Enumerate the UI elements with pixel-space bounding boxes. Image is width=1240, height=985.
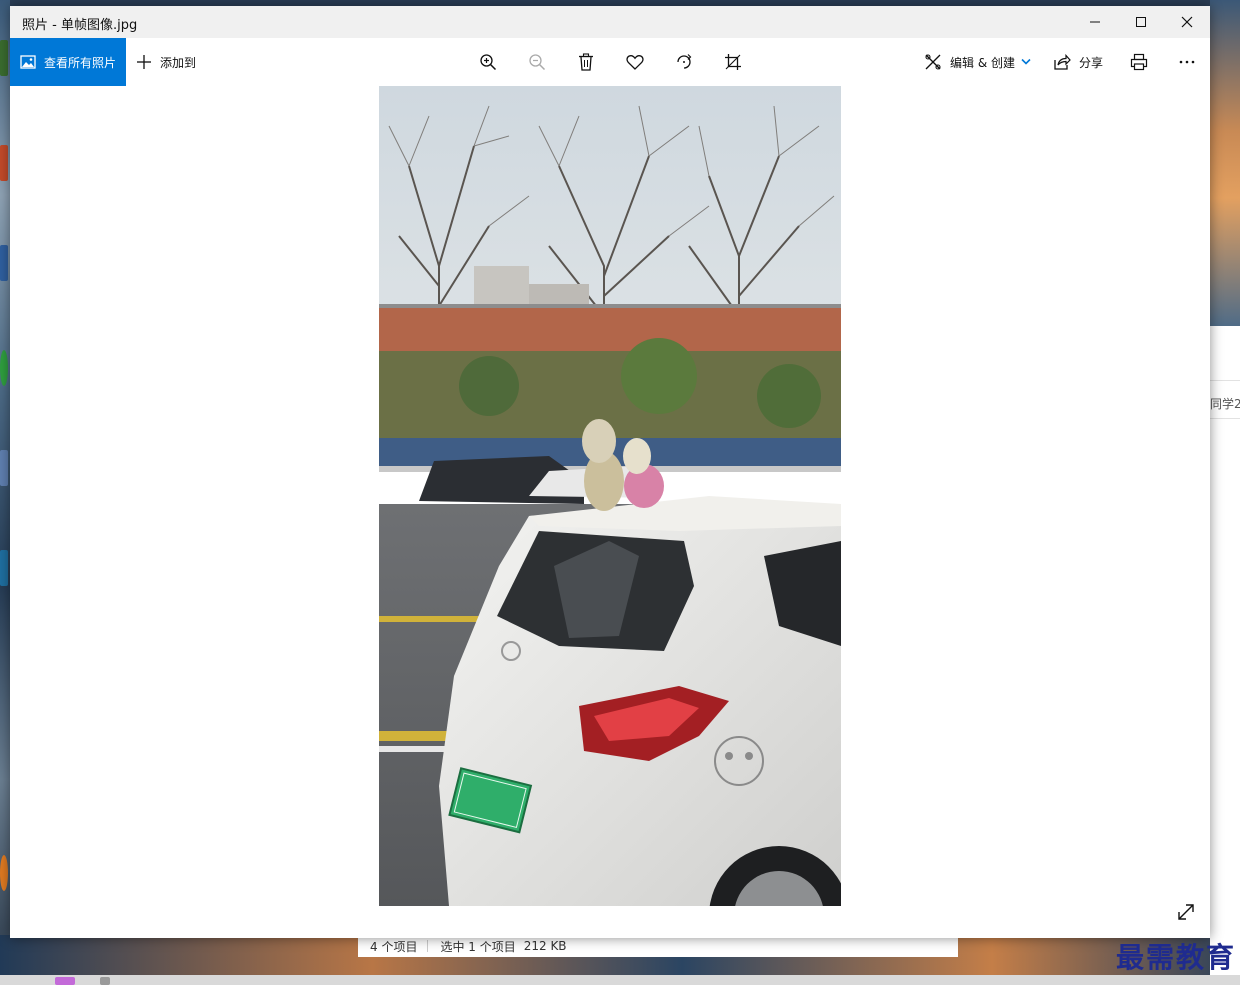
edit-create-label: 编辑 & 创建	[950, 55, 1015, 70]
status-selected-count: 选中 1 个项目	[440, 939, 516, 954]
desktop-shortcut-icon[interactable]	[0, 550, 8, 586]
car-photo-image	[379, 86, 841, 906]
zoom-out-icon[interactable]	[525, 50, 549, 74]
desktop-shortcut-icon[interactable]	[0, 40, 8, 76]
maximize-icon	[1136, 17, 1146, 27]
desktop-wallpaper-right	[1210, 0, 1240, 330]
taskbar	[0, 975, 1240, 985]
minimize-button[interactable]	[1072, 6, 1118, 38]
explorer-file-name[interactable]: 同学2	[1210, 395, 1240, 412]
zoom-in-icon[interactable]	[476, 50, 500, 74]
explorer-status-bar: 4 个项目 选中 1 个项目 212 KB	[358, 935, 958, 957]
photo-toolbar: 查看所有照片 添加到 编辑 & 创建 分享	[10, 38, 1210, 86]
crop-icon[interactable]	[721, 50, 745, 74]
photos-window: 照片 - 单帧图像.jpg 查看所有照片 添加到 编辑 & 创建 分享	[10, 6, 1210, 938]
taskbar-app-icon[interactable]	[100, 977, 110, 985]
explorer-window	[1210, 326, 1240, 976]
view-all-photos-button[interactable]: 查看所有照片	[10, 38, 126, 86]
image-icon	[20, 55, 36, 69]
close-button[interactable]	[1164, 6, 1210, 38]
photo-canvas[interactable]	[379, 86, 841, 906]
add-to-button[interactable]: 添加到	[136, 38, 196, 86]
heart-icon[interactable]	[623, 50, 647, 74]
print-icon[interactable]	[1127, 50, 1151, 74]
rotate-icon[interactable]	[672, 50, 696, 74]
expand-icon[interactable]	[1174, 900, 1198, 924]
share-icon	[1053, 54, 1071, 70]
chevron-down-icon	[1021, 58, 1031, 66]
edit-create-icon	[924, 53, 942, 71]
more-icon[interactable]	[1175, 50, 1199, 74]
edit-create-button[interactable]: 编辑 & 创建	[924, 38, 1031, 86]
desktop-shortcut-icon[interactable]	[0, 450, 8, 486]
trash-icon[interactable]	[574, 50, 598, 74]
desktop-shortcut-icon[interactable]	[0, 145, 8, 181]
desktop-shortcut-icon[interactable]	[0, 350, 8, 386]
share-label: 分享	[1079, 55, 1104, 70]
share-button[interactable]: 分享	[1053, 38, 1103, 86]
desktop-shortcut-icon[interactable]	[0, 855, 8, 891]
status-file-size: 212 KB	[523, 939, 567, 953]
watermark-text: 最需教育	[1116, 941, 1237, 974]
taskbar-app-icon[interactable]	[55, 977, 75, 985]
title-bar[interactable]: 照片 - 单帧图像.jpg	[10, 6, 1210, 38]
window-title: 照片 - 单帧图像.jpg	[22, 18, 138, 33]
explorer-divider	[1210, 418, 1240, 419]
maximize-button[interactable]	[1118, 6, 1164, 38]
plus-icon	[136, 54, 152, 70]
add-to-label: 添加到	[160, 55, 197, 70]
desktop-shortcut-icon[interactable]	[0, 245, 8, 281]
status-separator	[427, 940, 429, 952]
explorer-divider	[1210, 380, 1240, 381]
view-all-photos-label: 查看所有照片	[44, 55, 117, 70]
close-icon	[1181, 16, 1193, 28]
status-item-count: 4 个项目	[370, 939, 418, 954]
minimize-icon	[1090, 21, 1100, 23]
